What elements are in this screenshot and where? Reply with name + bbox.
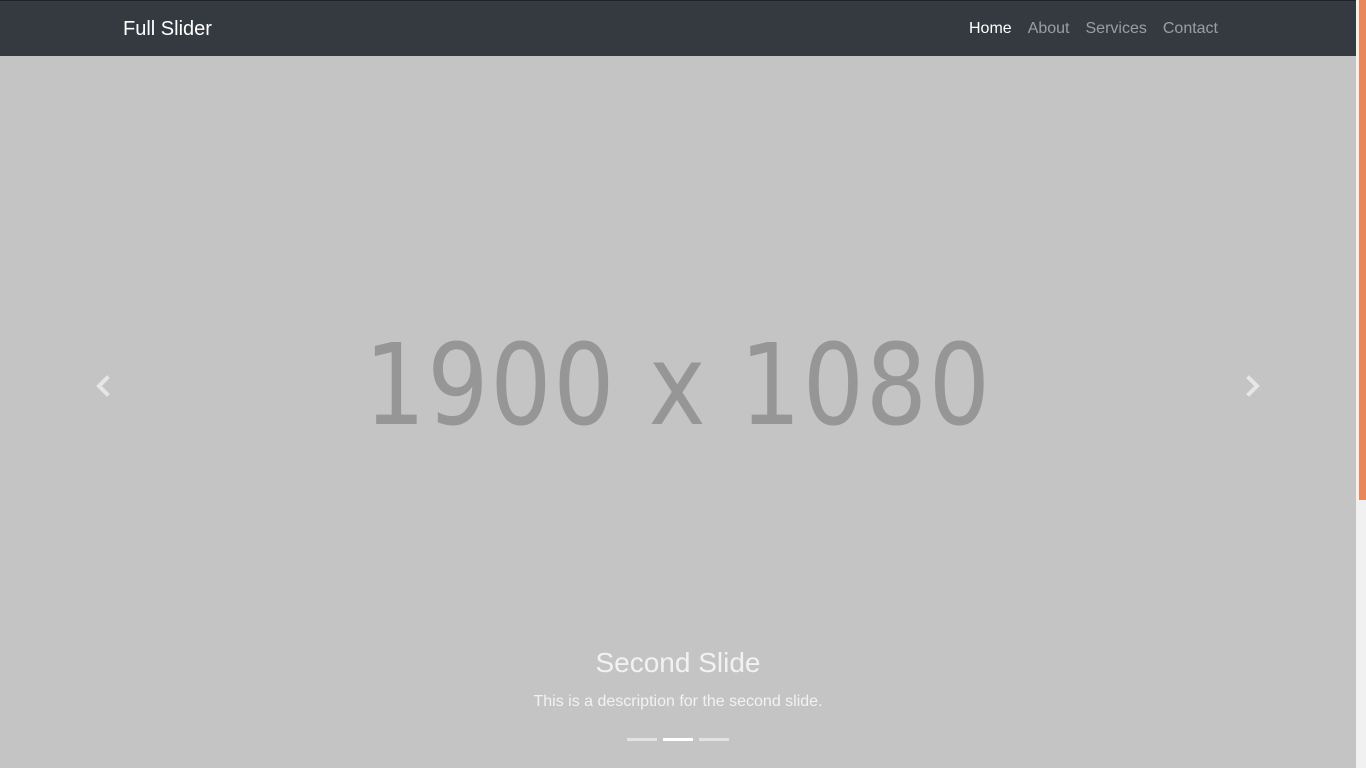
nav-links: Home About Services Contact — [961, 19, 1226, 39]
slide-caption: Second Slide This is a description for t… — [0, 646, 1356, 712]
carousel-next-button[interactable] — [1224, 356, 1284, 416]
nav-link-home[interactable]: Home — [961, 19, 1020, 39]
navbar: Full Slider Home About Services Contact — [0, 0, 1356, 56]
nav-link-contact[interactable]: Contact — [1155, 19, 1226, 39]
slide-placeholder-text: 1900 x 1080 — [364, 321, 992, 451]
carousel-prev-button[interactable] — [72, 356, 132, 416]
page: Full Slider Home About Services Contact … — [0, 0, 1366, 768]
carousel-indicator-2[interactable] — [663, 738, 693, 741]
scrollbar-thumb[interactable] — [1359, 0, 1366, 500]
nav-link-services[interactable]: Services — [1078, 19, 1155, 39]
vertical-scrollbar[interactable] — [1356, 0, 1366, 768]
slide-title: Second Slide — [595, 647, 761, 678]
chevron-left-icon — [96, 375, 110, 397]
carousel: 1900 x 1080 Second Slide This is a descr… — [0, 56, 1356, 768]
carousel-indicators — [0, 738, 1356, 741]
nav-link-about[interactable]: About — [1020, 19, 1078, 39]
carousel-indicator-3[interactable] — [699, 738, 729, 741]
chevron-right-icon — [1246, 375, 1260, 397]
slide-description: This is a description for the second sli… — [533, 693, 823, 710]
carousel-indicator-1[interactable] — [627, 738, 657, 741]
brand-link[interactable]: Full Slider — [123, 17, 212, 41]
